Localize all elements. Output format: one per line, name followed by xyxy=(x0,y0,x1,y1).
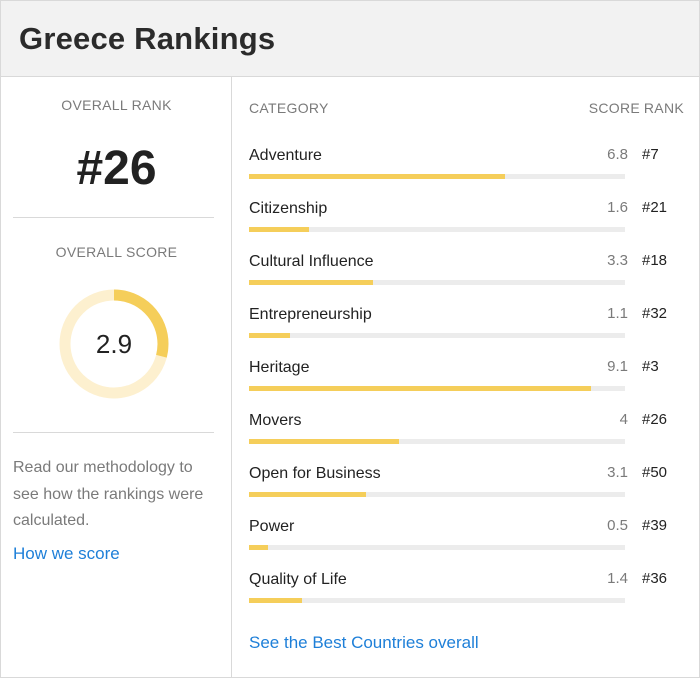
score-bar-fill xyxy=(249,333,291,338)
score-bar-fill xyxy=(249,280,374,285)
category-rank: #39 xyxy=(642,517,668,534)
score-bar-fill xyxy=(249,492,366,497)
category-name: Movers xyxy=(249,412,302,429)
column-header-rank: RANK xyxy=(643,100,684,116)
category-table: CATEGORY SCORE RANK Adventure 6.8 #7 Cit… xyxy=(232,77,699,677)
category-rank: #32 xyxy=(642,305,668,322)
page-title: Greece Rankings xyxy=(19,20,276,56)
score-bar-track xyxy=(249,545,625,550)
category-name: Adventure xyxy=(249,147,322,164)
category-rank: #18 xyxy=(642,252,668,269)
category-name: Cultural Influence xyxy=(249,253,374,270)
score-bar-fill xyxy=(249,545,268,550)
table-row: Movers 4 #26 xyxy=(249,408,700,461)
table-row: Heritage 9.1 #3 xyxy=(249,355,700,408)
table-row: Quality of Life 1.4 #36 xyxy=(249,567,700,620)
score-bar-track xyxy=(249,280,625,285)
score-bar-track xyxy=(249,386,625,391)
category-score: 1.4 xyxy=(607,570,628,587)
category-name: Quality of Life xyxy=(249,571,347,588)
category-rank: #21 xyxy=(642,199,668,216)
category-rank: #3 xyxy=(642,358,659,375)
category-name: Heritage xyxy=(249,359,310,376)
score-bar-track xyxy=(249,439,625,444)
overall-score-label: OVERALL SCORE xyxy=(55,244,178,260)
card-header: Greece Rankings xyxy=(1,1,699,77)
table-row: Entrepreneurship 1.1 #32 xyxy=(249,302,700,355)
overall-rank-value: #26 xyxy=(76,142,157,195)
category-name: Open for Business xyxy=(249,465,381,482)
category-score: 6.8 xyxy=(607,146,628,163)
category-score: 3.3 xyxy=(607,252,628,269)
table-row: Citizenship 1.6 #21 xyxy=(249,196,700,249)
score-bar-track xyxy=(249,227,625,232)
category-rank: #26 xyxy=(642,411,668,428)
divider xyxy=(13,217,214,218)
table-row: Cultural Influence 3.3 #18 xyxy=(249,249,700,302)
overall-rank-label: OVERALL RANK xyxy=(61,97,172,113)
score-bar-track xyxy=(249,333,625,338)
score-bar-fill xyxy=(249,227,310,232)
card-body: OVERALL RANK #26 OVERALL SCORE 2.9 Read … xyxy=(1,77,699,677)
see-best-countries-link[interactable]: See the Best Countries overall xyxy=(249,633,479,653)
table-row: Adventure 6.8 #7 xyxy=(249,143,700,196)
category-score: 0.5 xyxy=(607,517,628,534)
category-score: 1.1 xyxy=(607,305,628,322)
table-rows: Adventure 6.8 #7 Citizenship 1.6 #21 Cul… xyxy=(249,143,700,620)
category-name: Power xyxy=(249,518,295,535)
score-bar-fill xyxy=(249,439,400,444)
score-bar-fill xyxy=(249,174,505,179)
column-header-category: CATEGORY xyxy=(249,100,329,116)
category-name: Entrepreneurship xyxy=(249,306,372,323)
category-score: 4 xyxy=(619,411,628,428)
category-rank: #7 xyxy=(642,146,659,163)
category-name: Citizenship xyxy=(249,200,328,217)
score-bar-fill xyxy=(249,598,302,603)
score-bar-track xyxy=(249,598,625,603)
table-header: CATEGORY SCORE RANK xyxy=(249,100,700,120)
divider xyxy=(13,432,214,433)
rankings-card: Greece Rankings OVERALL RANK #26 OVERALL… xyxy=(0,0,700,678)
category-rank: #36 xyxy=(642,570,668,587)
category-score: 3.1 xyxy=(607,464,628,481)
category-rank: #50 xyxy=(642,464,668,481)
score-bar-track xyxy=(249,174,625,179)
table-row: Open for Business 3.1 #50 xyxy=(249,461,700,514)
score-bar-track xyxy=(249,492,625,497)
category-score: 1.6 xyxy=(607,199,628,216)
score-bar-fill xyxy=(249,386,592,391)
category-score: 9.1 xyxy=(607,358,628,375)
methodology-text: Read our methodology to see how the rank… xyxy=(13,459,204,529)
how-we-score-link[interactable]: How we score xyxy=(13,544,120,564)
overview-panel: OVERALL RANK #26 OVERALL SCORE 2.9 Read … xyxy=(1,77,232,677)
column-header-score: SCORE xyxy=(588,100,640,116)
table-row: Power 0.5 #39 xyxy=(249,514,700,567)
overall-score-value: 2.9 xyxy=(95,328,133,359)
